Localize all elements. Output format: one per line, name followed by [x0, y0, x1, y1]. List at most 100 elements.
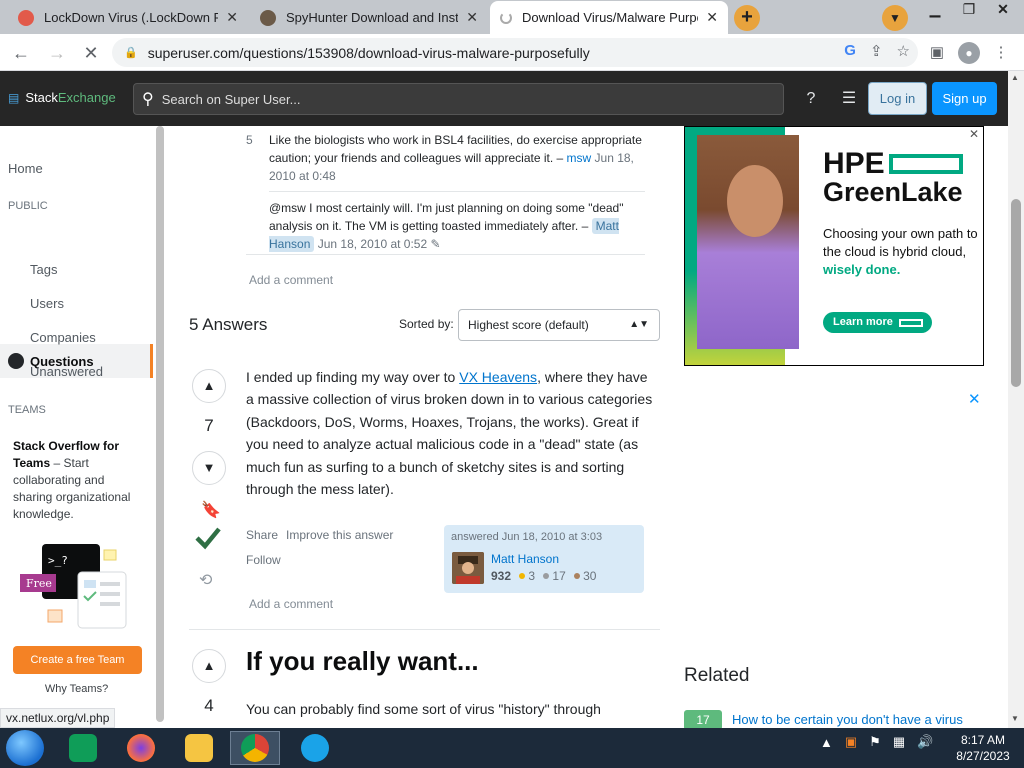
browser-tab-active[interactable]: Download Virus/Malware Purpos ✕: [490, 1, 728, 34]
taskbar-clock[interactable]: 8:17 AM 8/27/2023: [948, 732, 1018, 764]
stackexchange-logo[interactable]: ▤ Stack Exchange: [8, 90, 116, 105]
tab-favicon-icon: [260, 9, 276, 26]
signup-button[interactable]: Sign up: [932, 82, 997, 115]
main-content: 5 Like the biologists who work in BSL4 f…: [165, 126, 685, 728]
upvote-button[interactable]: ▲: [192, 369, 226, 403]
clock-time: 8:17 AM: [960, 733, 1006, 747]
ad-cta-rect-icon: [898, 318, 923, 327]
flag-icon[interactable]: ⚑: [869, 734, 881, 750]
taskbar-accessibility-app[interactable]: [290, 731, 340, 765]
tray-app-icon[interactable]: ▣: [845, 734, 857, 750]
create-team-button[interactable]: Create a free Team: [13, 646, 142, 674]
tab-search-button[interactable]: ▼: [882, 5, 908, 31]
related-item[interactable]: 17 How to be certain you don't have a vir…: [684, 710, 1004, 728]
close-tab-icon[interactable]: ✕: [226, 9, 238, 26]
related-vote-count: 17: [684, 710, 722, 728]
side-panel-icon[interactable]: ▣: [926, 42, 948, 64]
accessibility-icon: [301, 734, 329, 762]
url-bar[interactable]: 🔒 superuser.com/questions/153908/downloa…: [112, 38, 918, 67]
site-switcher-icon[interactable]: ☰: [838, 88, 860, 110]
share-link[interactable]: Share: [246, 528, 278, 542]
page-scroll-thumb[interactable]: [1011, 199, 1021, 387]
ad-dismiss-icon[interactable]: ✕: [968, 390, 981, 408]
sidebar-scrollbar[interactable]: [155, 126, 165, 728]
comment-body: Like the biologists who work in BSL4 fac…: [269, 131, 646, 185]
nav-home[interactable]: Home: [8, 161, 43, 176]
comment: 5 Like the biologists who work in BSL4 f…: [246, 131, 646, 185]
sort-select[interactable]: Highest score (default) ▲▼: [458, 309, 660, 341]
tab-title: SpyHunter Download and Install: [286, 10, 459, 25]
ad-cta-label: Learn more: [833, 316, 893, 328]
nav-section-public: PUBLIC: [8, 200, 48, 212]
site-search-input[interactable]: ⚲ Search on Super User...: [133, 83, 784, 115]
upvote-button[interactable]: ▲: [192, 649, 226, 683]
add-comment-link[interactable]: Add a comment: [249, 597, 333, 611]
browser-tab[interactable]: SpyHunter Download and Install ✕: [250, 1, 488, 34]
answer-author-link[interactable]: Matt Hanson: [491, 552, 559, 566]
page-scrollbar[interactable]: ▲ ▼: [1008, 71, 1024, 728]
stop-icon[interactable]: ✕: [78, 40, 104, 66]
scroll-down-icon[interactable]: ▼: [1011, 714, 1019, 723]
avatar[interactable]: [452, 552, 484, 584]
back-icon[interactable]: ←: [8, 40, 34, 66]
sheets-icon: [69, 734, 97, 762]
ad-learn-more-button[interactable]: Learn more: [823, 312, 932, 333]
start-button[interactable]: [6, 730, 44, 766]
taskbar-chrome-app[interactable]: [230, 731, 280, 765]
related-heading: Related: [684, 665, 750, 686]
forward-icon[interactable]: →: [44, 40, 70, 66]
bookmark-icon[interactable]: 🔖: [201, 500, 221, 520]
history-icon[interactable]: ⟲: [199, 570, 212, 590]
sort-select-value: Highest score (default): [468, 318, 589, 332]
bronze-badge-count: 30: [583, 569, 597, 583]
follow-link[interactable]: Follow: [246, 553, 281, 567]
menu-kebab-icon[interactable]: ⋮: [990, 42, 1012, 64]
answer-text: , where they have a massive collection o…: [246, 369, 653, 498]
silver-badge-count: 17: [552, 569, 566, 583]
vx-heavens-link[interactable]: VX Heavens: [459, 369, 537, 385]
minimize-icon[interactable]: ▁: [918, 0, 952, 20]
add-comment-link[interactable]: Add a comment: [249, 273, 333, 287]
loading-spinner-icon: [500, 11, 512, 24]
related-title-link[interactable]: How to be certain you don't have a virus: [732, 712, 963, 727]
why-teams-link[interactable]: Why Teams?: [0, 683, 153, 695]
scroll-up-icon[interactable]: ▲: [1011, 73, 1019, 82]
profile-avatar-icon[interactable]: ●: [958, 42, 980, 64]
help-icon[interactable]: ?: [800, 88, 822, 110]
close-tab-icon[interactable]: ✕: [706, 9, 718, 26]
chrome-icon: [241, 734, 269, 762]
close-window-icon[interactable]: ✕: [986, 0, 1020, 20]
share-icon[interactable]: ⇪: [870, 42, 883, 60]
site-header: ▤ Stack Exchange ⚲ Search on Super User..…: [0, 71, 1024, 126]
answered-date[interactable]: answered Jun 18, 2010 at 3:03: [451, 531, 637, 543]
new-tab-button[interactable]: +: [734, 5, 760, 31]
advertisement[interactable]: HPE GreenLake Choosing your own path to …: [684, 126, 984, 366]
comment-user-link[interactable]: msw: [567, 151, 592, 165]
network-icon[interactable]: ▦: [893, 734, 905, 750]
bookmark-star-icon[interactable]: ☆: [897, 42, 910, 60]
accepted-check-icon: [195, 527, 221, 550]
ad-product: GreenLake: [823, 177, 963, 207]
downvote-button[interactable]: ▼: [192, 451, 226, 485]
nav-companies[interactable]: Companies: [30, 330, 96, 345]
comment-date[interactable]: Jun 18, 2010 at 0:52: [318, 237, 427, 251]
restore-icon[interactable]: ❐: [952, 0, 986, 20]
taskbar-explorer-app[interactable]: [174, 731, 224, 765]
nav-users[interactable]: Users: [30, 296, 64, 311]
improve-answer-link[interactable]: Improve this answer: [286, 528, 393, 542]
browser-tab[interactable]: LockDown Virus (.LockDown Ran ✕: [8, 1, 248, 34]
nav-tags[interactable]: Tags: [30, 262, 57, 277]
sidebar-scroll-thumb[interactable]: [156, 126, 164, 722]
login-button[interactable]: Log in: [868, 82, 927, 115]
taskbar-sheets-app[interactable]: [58, 731, 108, 765]
taskbar-firefox-app[interactable]: [116, 731, 166, 765]
google-icon[interactable]: G: [844, 42, 856, 60]
volume-icon[interactable]: 🔊: [917, 734, 933, 750]
ad-close-icon[interactable]: ✕: [969, 127, 979, 141]
tray-expand-icon[interactable]: ▲: [820, 735, 833, 750]
sort-arrows-icon: ▲▼: [629, 319, 649, 330]
answer-heading: If you really want...: [246, 646, 479, 676]
answer-user-card: answered Jun 18, 2010 at 3:03 Matt Hanso…: [444, 525, 644, 593]
close-tab-icon[interactable]: ✕: [466, 9, 478, 26]
nav-unanswered[interactable]: Unanswered: [30, 364, 103, 379]
